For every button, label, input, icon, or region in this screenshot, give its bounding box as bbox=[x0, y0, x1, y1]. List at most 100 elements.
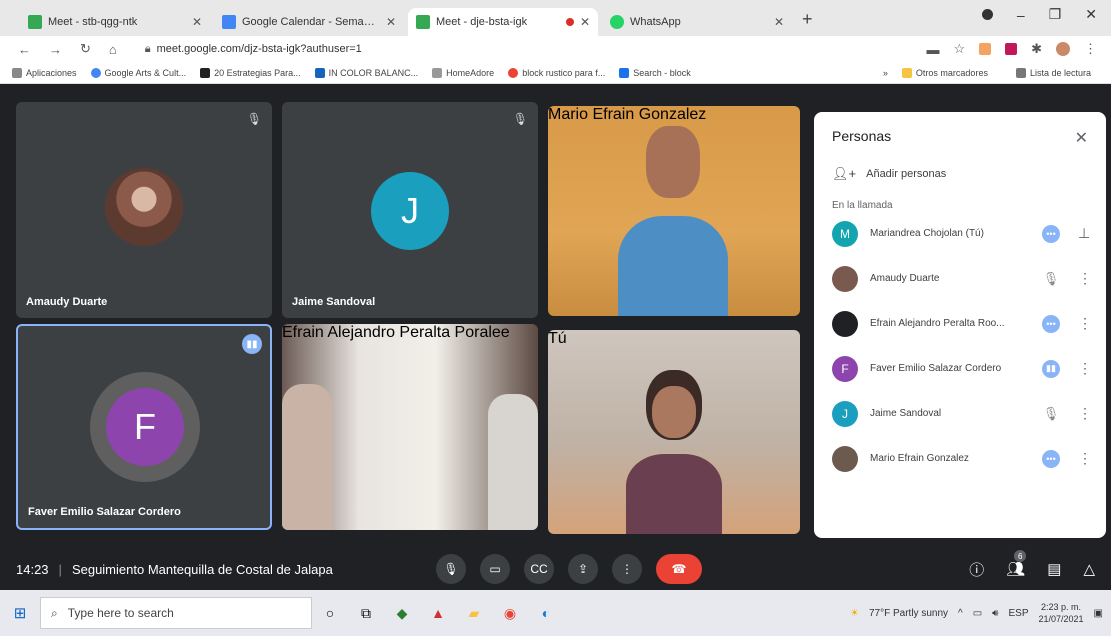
forward-icon[interactable]: → bbox=[49, 42, 62, 57]
participant-name: Tú bbox=[548, 330, 567, 347]
clock[interactable]: 2:23 p. m. 21/07/2021 bbox=[1039, 601, 1084, 625]
back-icon[interactable]: ← bbox=[18, 42, 31, 57]
tab-calendar[interactable]: Google Calendar - Semana del 1... ✕ bbox=[214, 8, 404, 36]
more-options-icon[interactable]: ⋮ bbox=[1078, 360, 1092, 377]
google-arts-icon bbox=[90, 67, 101, 78]
add-people-button[interactable]: 👤︎+ Añadir personas bbox=[832, 166, 1088, 182]
account-icon[interactable] bbox=[981, 9, 993, 20]
star-icon[interactable]: ☆ bbox=[953, 41, 965, 57]
bookmark-apps[interactable]: Aplicaciones bbox=[12, 67, 77, 78]
close-tab-icon[interactable]: ✕ bbox=[580, 15, 590, 29]
participant-name: Efrain Alejandro Peralta Poralee bbox=[282, 324, 510, 341]
clock-date: 21/07/2021 bbox=[1038, 614, 1084, 624]
profile-avatar[interactable] bbox=[1056, 42, 1070, 56]
bookmark-label: HomeAdore bbox=[446, 67, 495, 78]
person-row[interactable]: Mario Efrain Gonzalez ••• ⋮ bbox=[832, 436, 1092, 481]
extension-icon[interactable] bbox=[1005, 43, 1018, 55]
bookmark-label: Search - block bbox=[633, 67, 691, 78]
close-tab-icon[interactable]: ✕ bbox=[774, 15, 784, 29]
pdf-icon[interactable]: ▲ bbox=[420, 605, 456, 621]
reading-list-icon bbox=[1015, 67, 1026, 78]
task-view-icon[interactable]: ⧉ bbox=[348, 605, 384, 622]
tab-whatsapp[interactable]: WhatsApp ✕ bbox=[602, 8, 792, 36]
bookmark-incolor[interactable]: IN COLOR BALANC... bbox=[314, 67, 418, 78]
weather-text[interactable]: 77°F Partly sunny bbox=[869, 608, 948, 619]
participant-tile[interactable]: 🎙︎ J Jaime Sandoval bbox=[282, 102, 538, 318]
more-options-icon[interactable]: ⋮ bbox=[1078, 315, 1092, 332]
person-name: Amaudy Duarte bbox=[870, 273, 940, 284]
camera-permission-icon[interactable]: ▬ bbox=[926, 42, 939, 57]
menu-icon[interactable]: ⋮ bbox=[1084, 41, 1097, 57]
chrome-icon[interactable]: ◉ bbox=[492, 605, 528, 622]
tray-chevron-icon[interactable]: ^ bbox=[958, 608, 963, 619]
avatar: M bbox=[832, 220, 858, 247]
meet-icon bbox=[28, 15, 42, 29]
url-field[interactable]: 🔒︎ meet.google.com/djz-bsta-igk?authuser=… bbox=[145, 43, 362, 56]
avatar bbox=[105, 168, 183, 246]
close-tab-icon[interactable]: ✕ bbox=[192, 15, 202, 29]
chat-icon[interactable]: ▤ bbox=[1047, 560, 1061, 578]
speaking-indicator-icon: ▮▮ bbox=[242, 334, 262, 354]
info-icon[interactable]: ⓘ bbox=[969, 559, 984, 580]
meeting-time: 14:23 bbox=[16, 561, 49, 577]
bookmarks-bar: Aplicaciones Google Arts & Cult... 20 Es… bbox=[0, 62, 1111, 84]
bookmark-otros[interactable]: Otros marcadores bbox=[901, 67, 988, 78]
more-options-icon[interactable]: ⋮ bbox=[1078, 450, 1092, 467]
app-icon[interactable]: ◆ bbox=[384, 605, 420, 622]
close-window-button[interactable]: ✕ bbox=[1085, 6, 1097, 23]
bookmark-lista[interactable]: Lista de lectura bbox=[1015, 67, 1091, 78]
participant-video[interactable]: Efrain Alejandro Peralta Poralee bbox=[282, 324, 538, 530]
puzzle-icon[interactable]: ✱ bbox=[1031, 41, 1042, 57]
person-row[interactable]: M Mariandrea Chojolan (Tú) ••• ⊥ bbox=[832, 211, 1090, 256]
lang-indicator[interactable]: ESP bbox=[1008, 608, 1028, 619]
person-row[interactable]: Efrain Alejandro Peralta Roo... ••• ⋮ bbox=[832, 301, 1092, 346]
network-icon[interactable]: ▭ bbox=[973, 608, 982, 619]
windows-start-icon[interactable]: ⊞ bbox=[0, 604, 40, 622]
bookmark-block[interactable]: block rustico para f... bbox=[508, 67, 605, 78]
apps-icon bbox=[12, 67, 22, 78]
reload-icon[interactable]: ↻ bbox=[80, 41, 91, 57]
edge-icon[interactable]: ◐ bbox=[528, 605, 564, 621]
taskbar-search[interactable]: ⌕ Type here to search bbox=[40, 597, 312, 629]
present-button[interactable]: ⇪ bbox=[568, 554, 598, 584]
home-icon[interactable]: ⌂ bbox=[109, 42, 117, 57]
person-row[interactable]: F Faver Emilio Salazar Cordero ▮▮ ⋮ bbox=[832, 346, 1092, 391]
people-button[interactable]: 👥︎ 6 bbox=[1006, 550, 1027, 578]
new-tab-button[interactable]: + bbox=[802, 9, 813, 30]
participant-video[interactable]: Mario Efrain Gonzalez bbox=[548, 106, 800, 316]
participant-tile[interactable]: 🎙︎ Amaudy Duarte bbox=[16, 102, 272, 318]
leave-call-button[interactable]: ☎︎ bbox=[656, 554, 702, 584]
participant-tile-active[interactable]: ▮▮ F Faver Emilio Salazar Cordero bbox=[16, 324, 272, 530]
person-row[interactable]: Amaudy Duarte 🎙︎ ⋮ bbox=[832, 256, 1092, 301]
more-options-button[interactable]: ⋮ bbox=[612, 554, 642, 584]
camera-button[interactable]: ▭ bbox=[480, 554, 510, 584]
bookmark-arts[interactable]: Google Arts & Cult... bbox=[90, 67, 186, 78]
bookmark-homeadore[interactable]: HomeAdore bbox=[432, 67, 495, 78]
more-dots-icon: ••• bbox=[1042, 224, 1060, 243]
activities-icon[interactable]: △ bbox=[1083, 560, 1095, 578]
more-options-icon[interactable]: ⋮ bbox=[1078, 270, 1092, 287]
tab-meet-1[interactable]: Meet - stb-qgg-ntk ✕ bbox=[20, 8, 210, 36]
notifications-icon[interactable]: ▣ bbox=[1094, 608, 1103, 619]
close-tab-icon[interactable]: ✕ bbox=[386, 15, 396, 29]
more-options-icon[interactable]: ⋮ bbox=[1078, 405, 1092, 422]
tab-meet-active[interactable]: Meet - dje-bsta-igk ✕ bbox=[408, 8, 598, 36]
self-video[interactable]: Tú bbox=[548, 330, 800, 534]
weather-icon: ☀ bbox=[850, 607, 859, 619]
volume-icon[interactable]: 🔊︎ bbox=[992, 608, 998, 619]
cortana-icon[interactable]: ○ bbox=[312, 605, 348, 621]
close-panel-button[interactable]: ✕ bbox=[1075, 128, 1088, 148]
extension-icon[interactable] bbox=[979, 43, 992, 55]
file-explorer-icon[interactable]: ▰ bbox=[456, 605, 492, 622]
mic-button[interactable]: 🎙︎ bbox=[436, 554, 466, 584]
pin-icon[interactable]: ⊥ bbox=[1078, 225, 1090, 242]
recording-dot-icon bbox=[565, 18, 574, 26]
people-panel: Personas ✕ 👤︎+ Añadir personas En la lla… bbox=[814, 112, 1106, 538]
more-bookmarks-icon[interactable]: » bbox=[883, 68, 888, 78]
captions-button[interactable]: CC bbox=[524, 554, 554, 584]
minimize-button[interactable]: – bbox=[1017, 7, 1025, 23]
person-row[interactable]: J Jaime Sandoval 🎙︎ ⋮ bbox=[832, 391, 1092, 436]
maximize-button[interactable]: ❐ bbox=[1049, 6, 1062, 23]
bookmark-search[interactable]: Search - block bbox=[619, 67, 691, 78]
bookmark-estrategias[interactable]: 20 Estrategias Para... bbox=[200, 67, 301, 78]
